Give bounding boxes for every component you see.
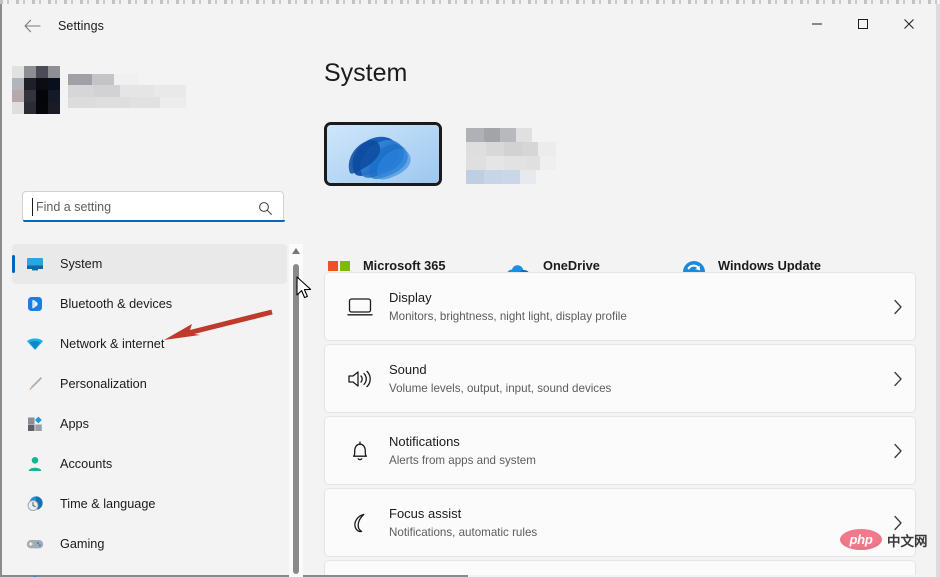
sound-icon — [343, 368, 377, 390]
sidebar-item-personalization[interactable]: Personalization — [12, 364, 287, 404]
person-icon — [24, 453, 46, 475]
card-subtitle: Volume levels, output, input, sound devi… — [389, 381, 612, 395]
back-button[interactable] — [12, 10, 52, 42]
sidebar-item-accessibility[interactable]: Accessibility — [12, 564, 287, 577]
main-content: System Microsoft 365 OneDrive Windows Up… — [310, 48, 936, 575]
clock-globe-icon — [24, 493, 46, 515]
accessibility-icon — [24, 573, 46, 577]
settings-window: Settings Find a setting System Bluetooth… — [0, 0, 940, 577]
window-controls — [794, 4, 932, 48]
scroll-up-arrow-icon[interactable] — [289, 244, 303, 258]
bluetooth-icon — [24, 293, 46, 315]
sidebar-item-apps[interactable]: Apps — [12, 404, 287, 444]
chevron-right-icon — [881, 371, 915, 387]
sidebar-item-bluetooth-devices[interactable]: Bluetooth & devices — [12, 284, 287, 324]
sidebar-item-label: Accounts — [60, 457, 113, 471]
monitor-icon — [24, 253, 46, 275]
settings-card-sound[interactable]: Sound Volume levels, output, input, soun… — [324, 344, 916, 413]
wifi-icon — [24, 333, 46, 355]
sidebar-item-label: Network & internet — [60, 337, 165, 351]
display-icon — [343, 296, 377, 318]
minimize-button[interactable] — [794, 4, 840, 44]
wallpaper-thumbnail[interactable] — [324, 122, 442, 186]
sidebar-item-label: Apps — [60, 417, 89, 431]
settings-card-partial[interactable] — [324, 560, 916, 575]
settings-card-notifications[interactable]: Notifications Alerts from apps and syste… — [324, 416, 916, 485]
sidebar-item-label: Time & language — [60, 497, 156, 511]
card-subtitle: Notifications, automatic rules — [389, 525, 538, 539]
card-title: Focus assist — [389, 505, 462, 521]
paintbrush-icon — [24, 373, 46, 395]
search-icon[interactable] — [255, 198, 275, 218]
page-title: System — [324, 59, 408, 87]
maximize-button[interactable] — [840, 4, 886, 44]
sidebar-item-label: System — [60, 257, 103, 271]
close-button[interactable] — [886, 4, 932, 44]
card-subtitle: Monitors, brightness, night light, displ… — [389, 309, 627, 323]
moon-icon — [343, 511, 377, 535]
selection-indicator — [12, 255, 15, 273]
close-icon — [904, 19, 914, 29]
avatar — [12, 66, 60, 114]
navigation-list: System Bluetooth & devices Network & int… — [12, 244, 287, 577]
back-arrow-icon — [23, 19, 41, 33]
window-title: Settings — [58, 19, 104, 33]
sidebar-item-label: Gaming — [60, 537, 105, 551]
minimize-icon — [812, 23, 822, 25]
gamepad-icon — [24, 533, 46, 555]
search-placeholder: Find a setting — [36, 199, 112, 214]
chevron-right-icon — [881, 443, 915, 459]
maximize-icon — [858, 19, 868, 29]
sidebar-item-system[interactable]: System — [12, 244, 287, 284]
account-name-redacted — [68, 74, 186, 108]
card-title: Notifications — [389, 433, 460, 449]
sidebar: Find a setting System Bluetooth & device… — [2, 48, 310, 577]
bell-icon — [343, 439, 377, 463]
sidebar-item-label: Bluetooth & devices — [60, 297, 173, 311]
chevron-right-icon — [881, 515, 915, 531]
card-subtitle: Alerts from apps and system — [389, 453, 536, 467]
sidebar-scrollbar[interactable] — [289, 244, 303, 577]
account-tile[interactable] — [12, 60, 186, 118]
window-right-edge — [936, 4, 940, 577]
search-focus-underline — [23, 220, 285, 222]
sidebar-item-gaming[interactable]: Gaming — [12, 524, 287, 564]
chevron-right-icon — [881, 299, 915, 315]
sidebar-item-accounts[interactable]: Accounts — [12, 444, 287, 484]
device-name-redacted — [466, 128, 558, 184]
settings-card-focus-assist[interactable]: Focus assist Notifications, automatic ru… — [324, 488, 916, 557]
card-title: Display — [389, 289, 432, 305]
settings-card-display[interactable]: Display Monitors, brightness, night ligh… — [324, 272, 916, 341]
sidebar-item-label: Personalization — [60, 377, 147, 391]
sidebar-item-network-internet[interactable]: Network & internet — [12, 324, 287, 364]
search-input[interactable]: Find a setting — [22, 191, 285, 222]
sidebar-item-time-language[interactable]: Time & language — [12, 484, 287, 524]
text-caret — [32, 198, 33, 216]
device-selector — [324, 122, 558, 186]
card-title: Sound — [389, 361, 427, 377]
scrollbar-thumb[interactable] — [293, 264, 299, 574]
apps-grid-icon — [24, 413, 46, 435]
settings-card-list: Display Monitors, brightness, night ligh… — [324, 272, 916, 575]
title-bar: Settings — [2, 4, 936, 48]
